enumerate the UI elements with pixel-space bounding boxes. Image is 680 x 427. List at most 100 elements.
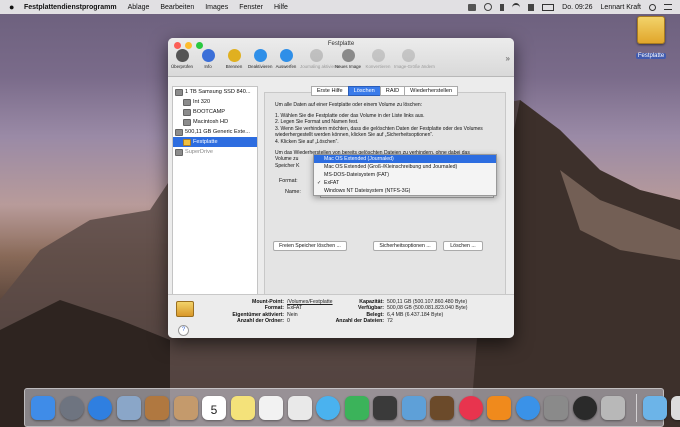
erase-button[interactable]: Löschen ...	[443, 241, 483, 251]
keynote-icon[interactable]	[430, 395, 454, 420]
format-option[interactable]: Mac OS Extended (Journaled)	[314, 155, 496, 163]
spotlight-icon[interactable]	[649, 3, 656, 11]
folders-value: 0	[287, 318, 290, 325]
bluetooth-icon[interactable]	[500, 3, 505, 11]
safari-icon[interactable]	[88, 395, 112, 420]
volume-icon[interactable]	[528, 3, 535, 11]
menu-ablage[interactable]: Ablage	[128, 4, 150, 11]
user-name[interactable]: Lennart Kraft	[601, 4, 641, 11]
photos-icon[interactable]	[287, 395, 312, 420]
format-option[interactable]: Windows NT Dateisystem (NTFS-3G)	[314, 187, 496, 195]
sidebar-item[interactable]: Int 320	[173, 97, 257, 107]
format-option-label: MS-DOS-Dateisystem (FAT)	[324, 172, 390, 178]
journal-icon	[309, 49, 323, 62]
sidebar-item[interactable]: Macintosh HD	[173, 117, 257, 127]
owners-value: Nein	[287, 311, 298, 318]
launchpad-icon[interactable]	[59, 395, 84, 420]
help-icon[interactable]: ?	[178, 325, 189, 336]
disk-icon	[183, 138, 191, 146]
tab-3[interactable]: Wiederherstellen	[404, 86, 459, 96]
toolbar-button[interactable]: Überprüfen	[170, 49, 194, 69]
notification-center-icon[interactable]	[664, 4, 672, 10]
format-option[interactable]: MS-DOS-Dateisystem (FAT)	[314, 171, 496, 179]
tab-1[interactable]: Löschen	[347, 86, 381, 96]
downloads-folder-icon[interactable]	[642, 395, 667, 420]
sidebar-item[interactable]: 1 TB Samsung SSD 840...	[173, 87, 257, 97]
disk-icon	[183, 98, 191, 106]
menu-fenster[interactable]: Fenster	[239, 4, 263, 11]
reminders-icon[interactable]	[259, 395, 283, 420]
battery-icon[interactable]	[542, 3, 555, 11]
quicktime-icon[interactable]	[572, 395, 597, 420]
resize-icon	[401, 49, 415, 62]
menu-bearbeiten[interactable]: Bearbeiten	[160, 4, 194, 11]
info-right-column: Kapazität: 500,11 GB (500.107.860.480 Byt…	[310, 299, 468, 325]
toolbar-button[interactable]: Info	[196, 49, 220, 69]
toolbar-button[interactable]: Image-Größe ändern	[394, 49, 435, 69]
format-option[interactable]: ✓ ExFAT	[314, 179, 496, 187]
tab-2[interactable]: RAID	[379, 86, 406, 96]
toolbar-button-label: Auswerfen	[275, 64, 297, 69]
format-dropdown[interactable]: Mac OS Extended (Journaled) Mac OS Extend…	[313, 154, 497, 196]
disk-utility-icon[interactable]	[601, 395, 625, 420]
clock[interactable]: Do. 09:26	[562, 4, 592, 11]
notes-icon[interactable]	[230, 395, 255, 420]
disk-icon	[183, 118, 191, 126]
messages-icon[interactable]	[316, 395, 340, 420]
desktop-drive[interactable]: Festplatte	[632, 16, 670, 62]
sidebar-item[interactable]: 500,11 GB Generic Exte...	[173, 127, 257, 137]
preview-icon[interactable]	[116, 395, 141, 420]
app-store-icon[interactable]	[515, 395, 540, 420]
external-drive-icon	[637, 16, 665, 44]
menu-hilfe[interactable]: Hilfe	[274, 4, 288, 11]
toolbar-button[interactable]: Neues Image	[334, 49, 362, 69]
toolbar-button[interactable]: Deaktivieren	[248, 49, 272, 69]
contacts-icon[interactable]	[173, 395, 198, 420]
sidebar-item-label: Int 320	[193, 99, 211, 105]
toolbar-button[interactable]: Journaling aktivieren	[300, 49, 341, 69]
ibooks-icon[interactable]	[487, 395, 511, 420]
finder-icon[interactable]	[31, 395, 55, 420]
menu-bar: ● Festplattendienstprogramm Ablage Bearb…	[0, 0, 680, 14]
tab-bar: Erste Hilfe Löschen RAID Wiederherstellen	[260, 86, 510, 96]
iphoto-icon[interactable]	[401, 395, 426, 420]
burn-icon	[227, 49, 241, 62]
content-area: Um alle Daten auf einer Festplatte oder …	[260, 86, 510, 302]
volume-info-footer: ? Mount-Point:/Volumes/Festplatte Format…	[168, 294, 514, 338]
sidebar-item[interactable]: BOOTCAMP	[173, 107, 257, 117]
toolbar-button-label: Journaling aktivieren	[300, 64, 341, 69]
toolbar-button-label: Info	[204, 64, 212, 69]
sidebar-item[interactable]: SuperDrive	[173, 147, 257, 157]
info-icon	[201, 49, 215, 62]
notes-book-icon[interactable]	[145, 395, 169, 420]
window-titlebar: Festplatte Überprüfen Info Brennen Deaktivi…	[168, 38, 514, 77]
sidebar-item[interactable]: Festplatte	[173, 137, 257, 147]
photo-booth-icon[interactable]	[373, 395, 397, 420]
time-machine-icon[interactable]	[484, 3, 493, 11]
security-options-button[interactable]: Sicherheitsoptionen ...	[373, 241, 437, 251]
tab-0[interactable]: Erste Hilfe	[310, 86, 349, 96]
toolbar-button[interactable]: Brennen	[222, 49, 246, 69]
toolbar-button[interactable]: Konvertieren	[364, 49, 392, 69]
wifi-icon[interactable]	[512, 2, 521, 12]
menu-app-name[interactable]: Festplattendienstprogramm	[24, 4, 117, 11]
instruction-step: 4. Klicken Sie auf „Löschen“.	[275, 138, 339, 145]
facetime-icon[interactable]	[344, 395, 369, 420]
system-preferences-icon[interactable]	[544, 395, 568, 420]
folders-label: Anzahl der Ordner:	[237, 318, 284, 325]
desktop-drive-label: Festplatte	[635, 53, 667, 59]
format-option-label: Mac OS Extended (Journaled)	[324, 156, 394, 162]
menu-images[interactable]: Images	[205, 4, 228, 11]
disk-utility-window: Festplatte Überprüfen Info Brennen Deaktivi…	[168, 38, 514, 338]
toolbar-button[interactable]: Auswerfen	[274, 49, 298, 69]
apple-menu-icon[interactable]: ●	[9, 2, 17, 12]
dropbox-icon[interactable]	[468, 3, 477, 11]
calendar-icon[interactable]: 5	[202, 395, 226, 420]
itunes-icon[interactable]	[458, 395, 483, 420]
volume-disk-icon	[176, 301, 194, 317]
format-option[interactable]: Mac OS Extended (Groß-/Kleinschreibung u…	[314, 163, 496, 171]
trash-icon[interactable]	[671, 395, 680, 420]
erase-free-space-button[interactable]: Freien Speicher löschen ...	[273, 241, 347, 251]
toolbar: Überprüfen Info Brennen Deaktivieren Auswerf…	[170, 49, 435, 69]
toolbar-overflow-icon[interactable]: »	[506, 54, 510, 63]
